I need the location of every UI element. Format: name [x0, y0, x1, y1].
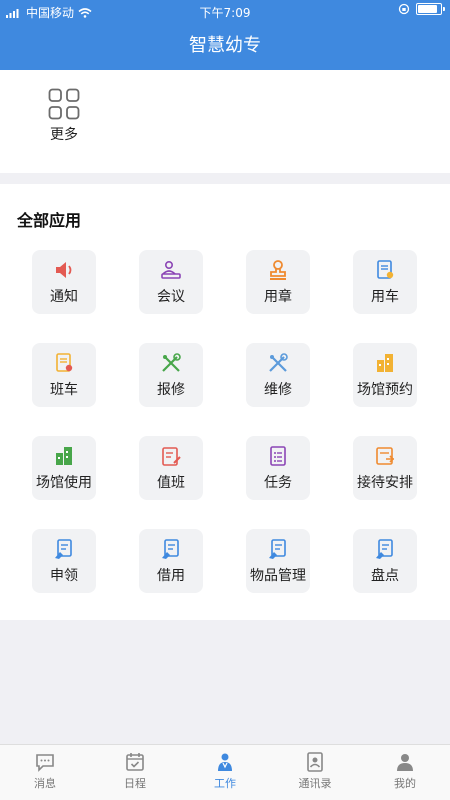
app-venue-booking[interactable]: 场馆预约	[353, 343, 417, 407]
section-title: 全部应用	[17, 211, 82, 230]
app-label: 用章	[264, 289, 292, 305]
borrow-icon	[162, 539, 179, 559]
app-label: 借用	[157, 568, 185, 584]
tools-icon	[162, 353, 181, 372]
app-task[interactable]: 任务	[246, 436, 310, 500]
contacts-icon	[307, 752, 323, 772]
tab-work[interactable]: 工作	[180, 745, 270, 800]
building-icon	[377, 354, 393, 372]
status-bar: 中国移动 下午7:09	[0, 0, 450, 22]
tab-label: 消息	[34, 777, 56, 790]
app-label: 接待安排	[357, 475, 413, 491]
more-button[interactable]: 更多	[24, 88, 104, 144]
app-maintenance[interactable]: 维修	[246, 343, 310, 407]
app-goods-management[interactable]: 物品管理	[246, 529, 310, 593]
repair-tools-icon	[269, 353, 288, 372]
apps-section: 全部应用 通知 会议 用章 用车 班车 报修 维修 场馆预约 场馆使用 值班 任…	[0, 184, 450, 620]
app-report-repair[interactable]: 报修	[139, 343, 203, 407]
app-shuttle[interactable]: 班车	[32, 343, 96, 407]
meeting-icon	[161, 260, 181, 279]
app-duty[interactable]: 值班	[139, 436, 203, 500]
status-time: 下午7:09	[199, 6, 251, 20]
tab-schedule[interactable]: 日程	[90, 745, 180, 800]
battery-icon	[416, 3, 445, 15]
app-label: 物品管理	[250, 568, 306, 584]
app-label: 盘点	[371, 568, 399, 584]
app-label: 会议	[157, 289, 185, 305]
app-label: 用车	[371, 289, 399, 305]
bus-doc-icon	[56, 353, 73, 372]
app-borrow[interactable]: 借用	[139, 529, 203, 593]
app-reception[interactable]: 接待安排	[353, 436, 417, 500]
app-apply[interactable]: 申领	[32, 529, 96, 593]
tab-bar: 消息 日程 工作 通讯录 我的	[0, 744, 450, 800]
app-label: 任务	[264, 475, 292, 491]
message-icon	[36, 754, 54, 772]
status-right	[398, 3, 445, 15]
tab-label: 日程	[124, 777, 146, 790]
duty-icon	[162, 447, 181, 466]
grid-icon	[48, 88, 80, 120]
app-label: 值班	[157, 475, 185, 491]
app-label: 维修	[264, 382, 292, 398]
app-label: 场馆使用	[36, 475, 92, 491]
speaker-icon	[56, 262, 72, 278]
app-inventory[interactable]: 盘点	[353, 529, 417, 593]
tab-contacts[interactable]: 通讯录	[270, 745, 360, 800]
more-label: 更多	[50, 127, 78, 143]
app-notice[interactable]: 通知	[32, 250, 96, 314]
page-title: 智慧幼专	[189, 35, 261, 56]
work-icon	[218, 753, 232, 771]
tab-label: 通讯录	[298, 777, 332, 790]
app-car[interactable]: 用车	[353, 250, 417, 314]
app-label: 场馆预约	[357, 382, 413, 398]
task-icon	[270, 446, 286, 466]
rotation-lock-icon	[398, 3, 410, 15]
app-label: 班车	[50, 382, 78, 398]
tab-messages[interactable]: 消息	[0, 745, 90, 800]
tab-label: 我的	[394, 777, 416, 790]
tab-label: 工作	[214, 777, 236, 790]
reception-icon	[376, 447, 395, 465]
calendar-icon	[126, 753, 144, 771]
building-use-icon	[56, 447, 72, 465]
car-doc-icon	[377, 260, 394, 279]
app-meeting[interactable]: 会议	[139, 250, 203, 314]
app-label: 报修	[157, 382, 185, 398]
goods-icon	[269, 539, 286, 559]
app-label: 申领	[50, 568, 78, 584]
app-label: 通知	[50, 289, 78, 305]
app-stamp[interactable]: 用章	[246, 250, 310, 314]
stamp-icon	[270, 260, 286, 280]
shortcut-section: 更多	[0, 70, 450, 173]
app-header: 智慧幼专	[0, 22, 450, 70]
profile-icon	[397, 754, 413, 771]
apply-icon	[55, 539, 72, 559]
app-venue-usage[interactable]: 场馆使用	[32, 436, 96, 500]
inventory-icon	[376, 539, 393, 559]
tab-profile[interactable]: 我的	[360, 745, 450, 800]
